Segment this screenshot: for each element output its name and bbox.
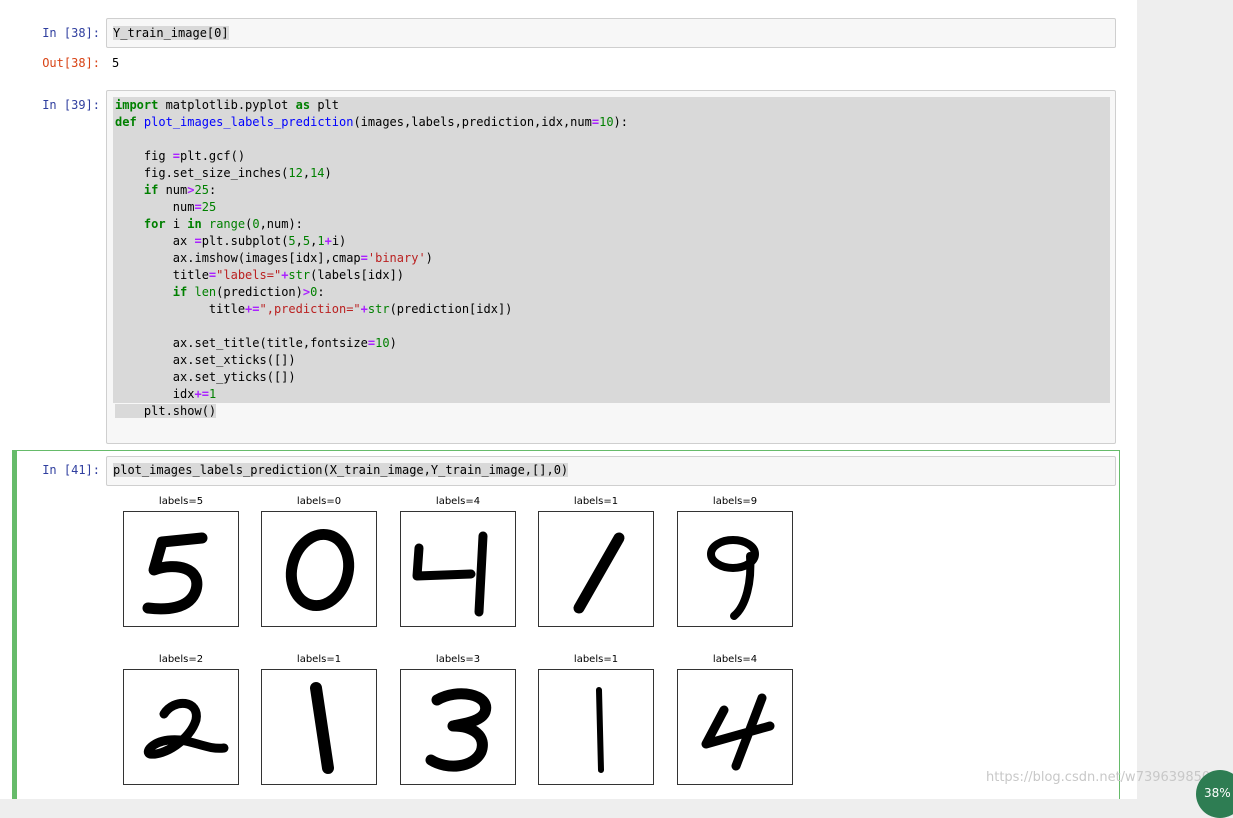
cell-38-in-prompt: In [38]: [42,26,100,40]
cell-39-input[interactable]: import matplotlib.pyplot as plt def plot… [106,90,1116,444]
subplot-image [400,669,516,785]
digit-4-image [412,531,488,617]
digit-1-image [310,682,334,774]
cell-38-input[interactable]: Y_train_image[0] [106,18,1116,48]
subplot-title: labels=3 [435,654,481,665]
cell-39-in-prompt: In [39]: [42,98,100,112]
watermark-text: https://blog.csdn.net/w739639850 [986,770,1211,785]
subplot-title: labels=2 [158,654,204,665]
digit-1-image [596,687,604,773]
digit-2-image [144,698,229,759]
subplot-title: labels=9 [712,496,758,507]
digit-9-image [707,536,759,620]
cell-41-code: plot_images_labels_prediction(X_train_im… [113,463,569,477]
cell-39-code: import matplotlib.pyplot as plt def plot… [113,97,1110,420]
digit-1-image [573,532,625,614]
cell-38-out-prompt: Out[38]: [42,56,100,70]
subplot-image [123,511,239,627]
progress-badge[interactable]: 38% [1196,770,1233,818]
right-sidebar-panel [1137,0,1233,799]
subplot-title: labels=0 [296,496,342,507]
subplot-title: labels=5 [158,496,204,507]
subplot-image [538,669,654,785]
subplot-image [261,669,377,785]
subplot-title: labels=4 [712,654,758,665]
digit-3-image [425,688,492,772]
cell-41-in-prompt: In [41]: [42,463,100,477]
cell-38-code: Y_train_image[0] [113,26,229,40]
subplot-title: labels=1 [573,496,619,507]
subplot-title: labels=1 [296,654,342,665]
cell-38-output: 5 [112,56,120,70]
subplot-title: labels=4 [435,496,481,507]
subplot-image [400,511,516,627]
notebook-area: In [38]: Y_train_image[0] Out[38]: 5 In … [0,0,1137,799]
subplot-title: labels=1 [573,654,619,665]
subplot-image [261,511,377,627]
digit-4-image [701,693,775,771]
subplot-image [123,669,239,785]
subplot-image [677,669,793,785]
subplot-image [538,511,654,627]
subplot-image [677,511,793,627]
digit-5-image [142,532,208,615]
digit-0-image [285,528,355,612]
cell-41-input[interactable]: plot_images_labels_prediction(X_train_im… [106,456,1116,486]
